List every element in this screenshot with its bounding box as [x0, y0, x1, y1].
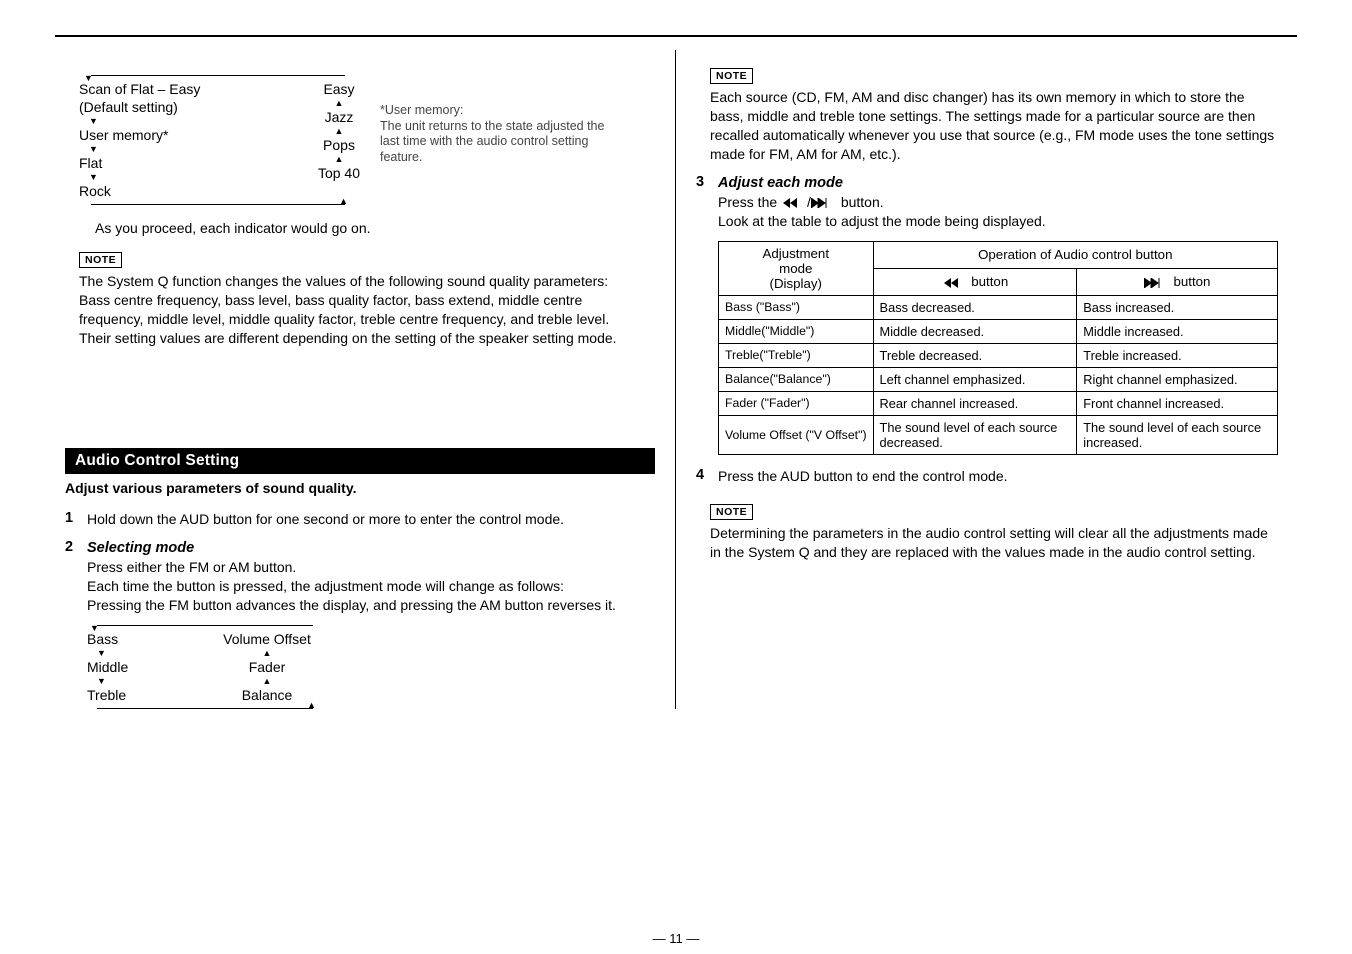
flow-item: Middle [87, 658, 207, 676]
flow-item: Top 40 [304, 164, 374, 182]
flow-item: Treble [87, 686, 207, 704]
next-icon [811, 198, 837, 208]
note-label: NOTE [710, 504, 753, 520]
adjustment-table: Adjustmentmode(Display) Operation of Aud… [718, 241, 1278, 455]
section-heading: Audio Control Setting [65, 448, 655, 474]
step-body: Press either the FM or AM button. Each t… [87, 558, 655, 615]
step-body: Press the / button. [718, 193, 1287, 212]
flow-item: Easy [304, 80, 374, 98]
step-body: Press the AUD button to end the control … [718, 467, 1287, 486]
note-body: Determining the parameters in the audio … [710, 524, 1277, 562]
note-body: The System Q function changes the values… [79, 272, 645, 348]
flow-item: Scan of Flat – Easy [79, 80, 304, 98]
next-icon [1144, 278, 1170, 288]
flow-item: Flat [79, 154, 304, 172]
prev-icon [781, 198, 807, 208]
adjustment-flow-diagram: Bass Middle Treble Volume Offset Fader B… [87, 625, 655, 709]
step-body: Hold down the AUD button for one second … [87, 510, 655, 529]
step-number: 3 [696, 174, 718, 231]
flow-item: Fader [207, 658, 327, 676]
note-label: NOTE [79, 252, 122, 268]
step-heading: Adjust each mode [718, 174, 1287, 194]
flow-item: (Default setting) [79, 98, 304, 116]
step-number: 1 [65, 510, 87, 529]
section-subheading: Adjust various parameters of sound quali… [65, 480, 655, 496]
step-body: Look at the table to adjust the mode bei… [718, 212, 1287, 231]
note-body: Each source (CD, FM, AM and disc changer… [710, 88, 1277, 164]
step-number: 2 [65, 539, 87, 615]
flow-item: Bass [87, 630, 207, 648]
note-label: NOTE [710, 68, 753, 84]
flow-item: Rock [79, 182, 304, 200]
page-number: — 11 — [653, 931, 700, 946]
flow-item: Jazz [304, 108, 374, 126]
step-number: 4 [696, 467, 718, 486]
mode-flow-diagram: Scan of Flat – Easy (Default setting) Us… [79, 75, 655, 205]
flow-item: Pops [304, 136, 374, 154]
flow-item: User memory* [79, 126, 304, 144]
prev-icon [942, 278, 968, 288]
step-heading: Selecting mode [87, 539, 655, 559]
proceed-text: As you proceed, each indicator would go … [95, 219, 655, 238]
user-memory-footnote: *User memory: The unit returns to the st… [380, 103, 605, 166]
flow-item: Volume Offset [207, 630, 327, 648]
